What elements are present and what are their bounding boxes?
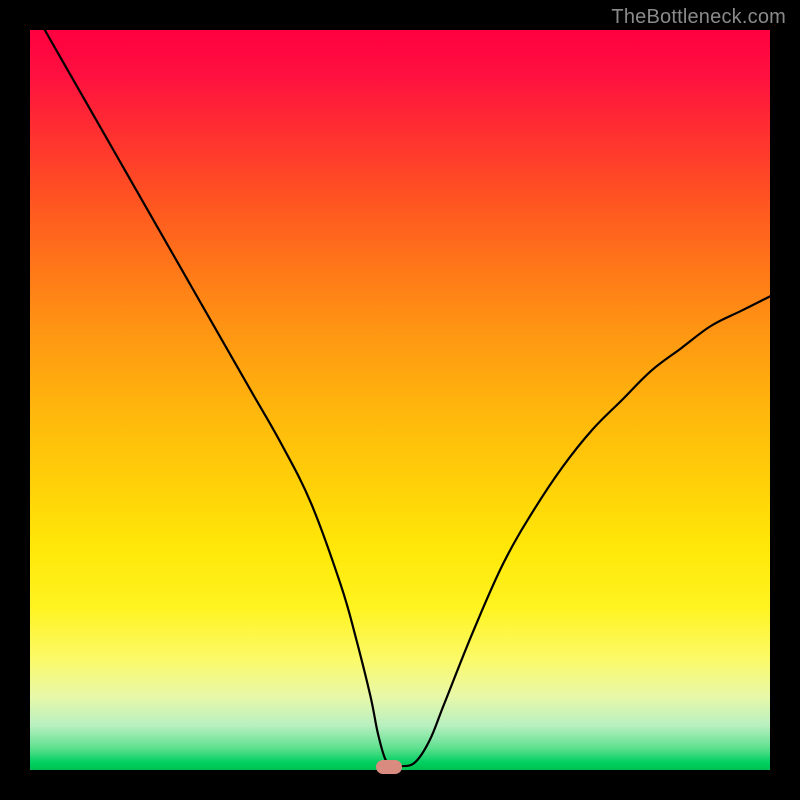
chart-plot-area: [30, 30, 770, 770]
attribution-text: TheBottleneck.com: [611, 6, 786, 29]
bottleneck-curve: [30, 30, 770, 770]
chart-frame: TheBottleneck.com: [0, 0, 800, 800]
optimal-marker: [376, 760, 402, 774]
